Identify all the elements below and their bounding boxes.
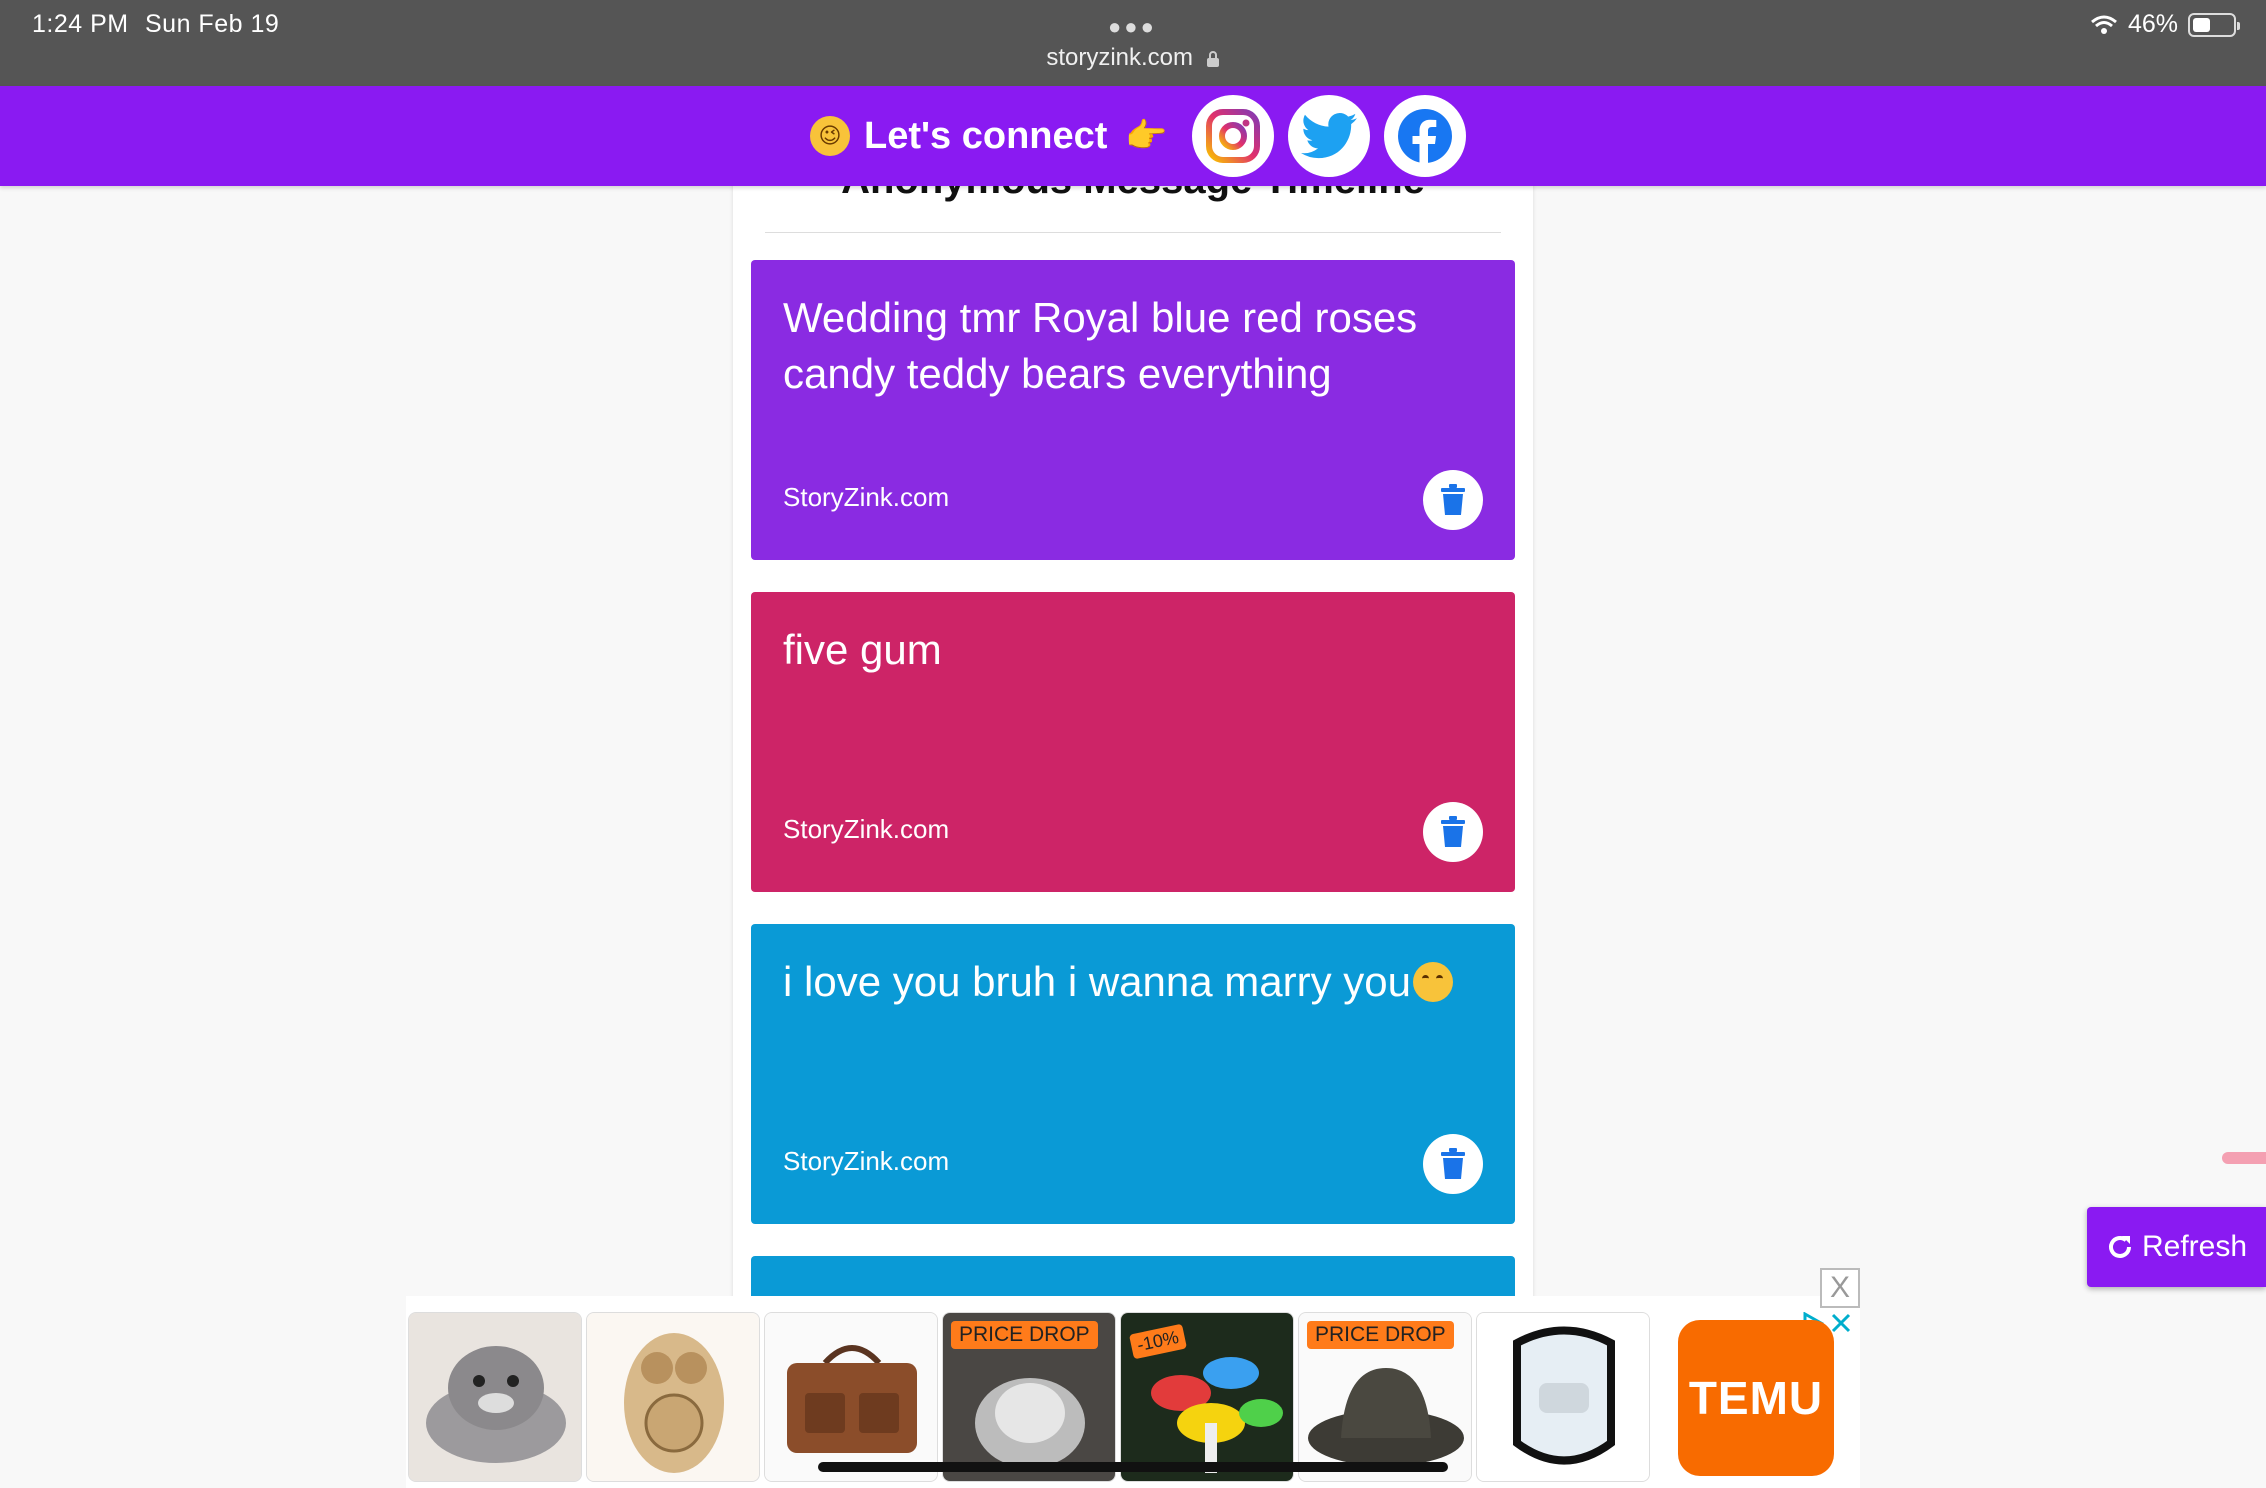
face-emoji-icon — [1412, 962, 1453, 1002]
url-text: storyzink.com — [1046, 44, 1194, 71]
plush-chair-image — [409, 1313, 581, 1481]
wink-emoji-icon: 😉 — [810, 116, 850, 156]
home-indicator — [818, 1462, 1448, 1472]
trash-icon — [1441, 484, 1465, 515]
ad-product-ring[interactable]: PRICE DROP — [942, 1312, 1116, 1482]
refresh-button[interactable]: Refresh — [2087, 1207, 2266, 1287]
trash-icon — [1441, 1148, 1465, 1179]
ad-product-face-shield[interactable] — [1476, 1312, 1650, 1482]
pointing-hand-icon: 👉 — [1125, 117, 1168, 155]
ad-close-button[interactable]: X — [1820, 1268, 1860, 1308]
battery-icon — [2188, 12, 2240, 37]
price-drop-badge: PRICE DROP — [951, 1321, 1098, 1349]
ad-product-hat[interactable]: PRICE DROP — [1298, 1312, 1472, 1482]
message-text: five gum — [783, 626, 942, 673]
temu-brand: TEMU — [1688, 1372, 1824, 1424]
twitter-button[interactable] — [1287, 95, 1370, 177]
divider — [765, 232, 1501, 233]
facebook-icon — [1397, 109, 1452, 165]
battery-percent: 46% — [2127, 10, 2178, 38]
price-drop-badge: PRICE DROP — [1307, 1321, 1454, 1349]
owl-clock-image — [587, 1313, 759, 1481]
lock-icon — [1206, 50, 1219, 67]
address-bar[interactable]: storyzink.com — [0, 44, 2266, 72]
instagram-icon — [1205, 109, 1260, 163]
ad-product-owl-clock[interactable] — [586, 1312, 760, 1482]
message-site: StoryZink.com — [783, 814, 950, 844]
connect-bar: 😉 Let's connect 👉 — [0, 86, 2266, 186]
more-dots-icon[interactable]: ●●● — [1108, 14, 1157, 40]
message-site: StoryZink.com — [783, 1146, 950, 1176]
facebook-button[interactable] — [1383, 95, 1466, 177]
delete-button[interactable] — [1423, 470, 1483, 530]
twitter-icon — [1300, 112, 1357, 159]
message-text: i love you bruh i wanna marry you — [783, 954, 1483, 1010]
message-card: Wedding tmr Royal blue red roses candy t… — [751, 260, 1515, 560]
temu-logo[interactable]: TEMU — [1678, 1320, 1834, 1476]
ad-product-bag[interactable] — [764, 1312, 938, 1482]
ad-banner[interactable]: PRICE DROP -10% PRICE DROP TEMU — [406, 1296, 1860, 1488]
status-date: Sun Feb 19 — [145, 10, 280, 38]
ad-product-chair[interactable] — [408, 1312, 582, 1482]
trash-icon — [1441, 816, 1465, 847]
refresh-icon — [2109, 1236, 2131, 1258]
delete-button[interactable] — [1423, 802, 1483, 862]
wifi-icon — [2090, 15, 2117, 34]
message-text: Wedding tmr Royal blue red roses candy t… — [783, 294, 1418, 397]
ad-product-mushroom-lights[interactable]: -10% — [1120, 1312, 1294, 1482]
timeline-panel: Anonymous Message Timeline Wedding tmr R… — [733, 150, 1533, 1488]
delete-button[interactable] — [1423, 1134, 1483, 1194]
message-site: StoryZink.com — [783, 482, 950, 512]
browser-status-bar: 1:24 PM Sun Feb 19 ●●● storyzink.com 46% — [0, 0, 2266, 86]
face-shield-image — [1477, 1313, 1649, 1481]
instagram-button[interactable] — [1191, 95, 1274, 177]
edge-marker — [2222, 1152, 2266, 1164]
close-icon — [1831, 1313, 1851, 1333]
connect-text: Let's connect — [864, 114, 1108, 157]
refresh-label: Refresh — [2141, 1230, 2248, 1263]
status-time: 1:24 PM — [32, 10, 129, 38]
leather-bag-image — [765, 1313, 937, 1481]
message-card: i love you bruh i wanna marry you StoryZ… — [751, 924, 1515, 1224]
message-text-content: i love you bruh i wanna marry you — [783, 958, 1411, 1005]
message-card: five gum StoryZink.com — [751, 592, 1515, 892]
status-right: 46% — [2090, 10, 2240, 39]
